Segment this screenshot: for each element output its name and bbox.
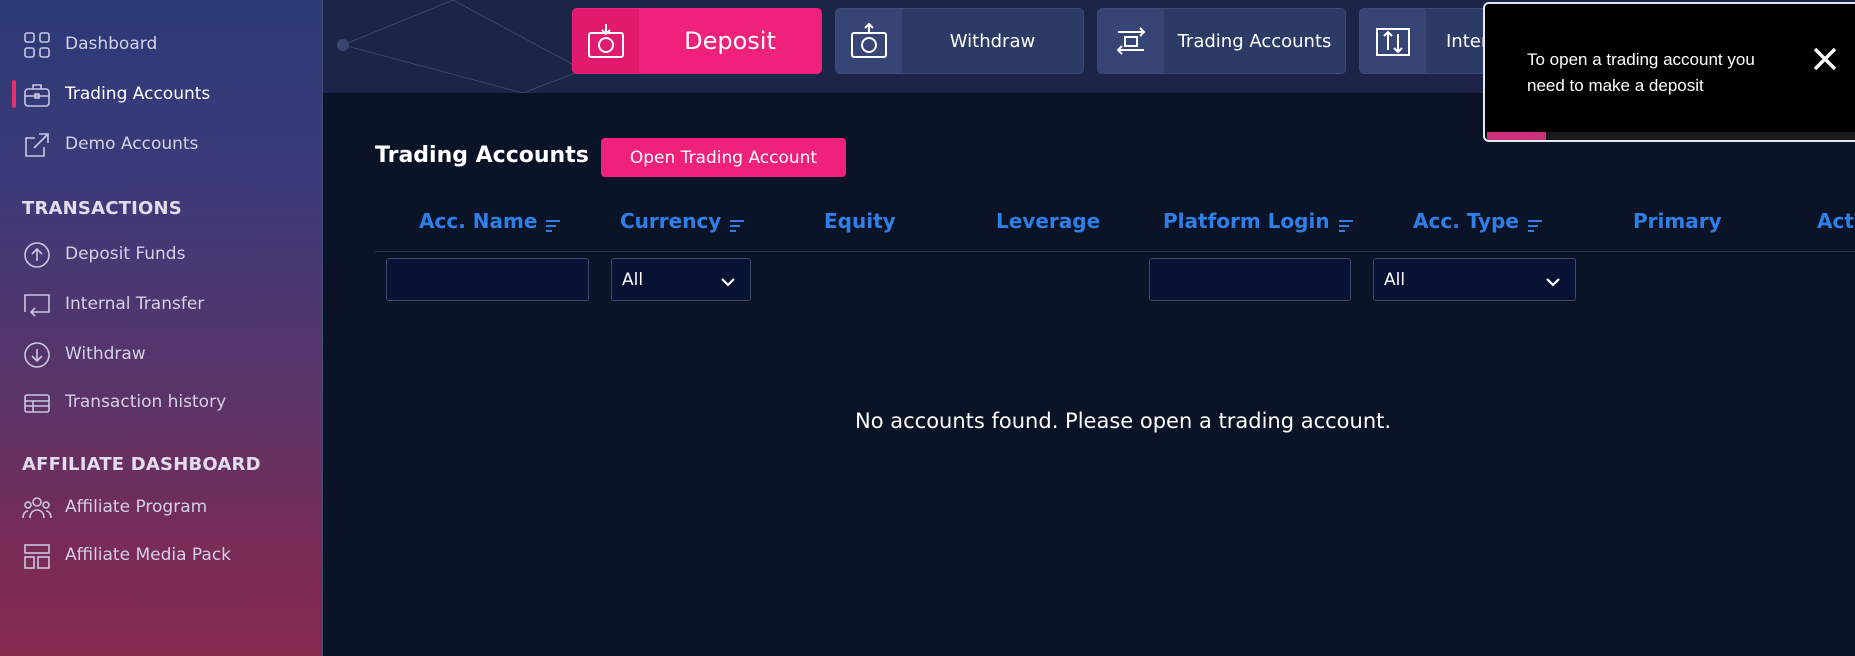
table-icon: [22, 388, 52, 418]
sidebar-item-label: Withdraw: [65, 344, 146, 364]
column-header-label: Equity: [824, 209, 896, 233]
column-header-label: Acc. Type: [1413, 209, 1519, 233]
sidebar-item-withdraw[interactable]: Withdraw: [0, 334, 323, 374]
column-header-primary[interactable]: Primary: [1633, 209, 1722, 233]
currency-filter-value: All: [622, 269, 644, 290]
sidebar-item-affiliate-program[interactable]: Affiliate Program: [0, 487, 323, 527]
column-header-leverage[interactable]: Leverage: [996, 209, 1100, 233]
arrow-down-circle-icon: [22, 340, 52, 370]
toast-notification: To open a trading account you need to ma…: [1483, 2, 1855, 142]
sidebar-item-label: Demo Accounts: [65, 134, 199, 154]
grid-icon: [22, 30, 52, 60]
deposit-button[interactable]: Deposit: [572, 8, 822, 74]
briefcase-icon: [22, 80, 52, 110]
sidebar-item-label: Trading Accounts: [65, 84, 211, 104]
main-panel: [350, 112, 1855, 656]
section-title-transactions: TRANSACTIONS: [22, 198, 182, 219]
trading-accounts-label: Trading Accounts: [1177, 30, 1332, 52]
sidebar-item-dashboard[interactable]: Dashboard: [0, 24, 323, 64]
sidebar-item-label: Affiliate Media Pack: [65, 545, 232, 565]
acc-name-filter-input[interactable]: [386, 258, 589, 301]
sidebar-item-label: Transaction history: [65, 392, 227, 412]
column-header-label: Leverage: [996, 209, 1101, 233]
withdraw-icon: [836, 9, 902, 73]
column-header-acc-type[interactable]: Acc. Type: [1413, 209, 1543, 233]
sidebar: Dashboard Trading Accounts Demo Accounts…: [0, 0, 323, 656]
toast-progress-bar: [1487, 132, 1855, 140]
sidebar-item-label: Dashboard: [65, 34, 158, 54]
trading-accounts-button[interactable]: Trading Accounts: [1097, 8, 1346, 74]
sort-lines-icon[interactable]: [729, 214, 745, 232]
column-header-label: Platform Login: [1163, 209, 1330, 233]
close-icon[interactable]: [1810, 44, 1840, 74]
platform-login-filter-input[interactable]: [1149, 258, 1351, 301]
withdraw-label: Withdraw: [949, 30, 1036, 52]
transfer-arrows-icon: [1098, 9, 1164, 73]
sidebar-item-demo-accounts[interactable]: Demo Accounts: [0, 124, 323, 164]
header-divider: [375, 251, 1855, 252]
column-header-label: Acc. Name: [419, 209, 538, 233]
open-trading-account-button[interactable]: Open Trading Account: [601, 138, 846, 177]
sort-lines-icon[interactable]: [1338, 214, 1354, 232]
acc-type-filter-value: All: [1384, 269, 1406, 290]
internal-transfer-icon: [1360, 9, 1426, 73]
sort-lines-icon[interactable]: [1527, 214, 1543, 232]
column-header-equity[interactable]: Equity: [824, 209, 896, 233]
sidebar-item-affiliate-media-pack[interactable]: Affiliate Media Pack: [0, 535, 323, 575]
sidebar-item-label: Affiliate Program: [65, 497, 208, 517]
sort-lines-icon[interactable]: [545, 214, 561, 232]
column-header-label: Primary: [1633, 209, 1722, 233]
column-header-currency[interactable]: Currency: [620, 209, 745, 233]
sidebar-item-internal-transfer[interactable]: Internal Transfer: [0, 284, 323, 324]
acc-type-filter-select[interactable]: All: [1373, 258, 1576, 301]
empty-state-message: No accounts found. Please open a trading…: [855, 409, 1392, 433]
section-title-affiliate: AFFILIATE DASHBOARD: [22, 454, 261, 475]
external-link-icon: [22, 130, 52, 160]
users-icon: [22, 493, 52, 523]
chevron-down-icon: [720, 273, 736, 287]
column-header-platform-login[interactable]: Platform Login: [1163, 209, 1354, 233]
withdraw-button[interactable]: Withdraw: [835, 8, 1084, 74]
column-header-label: Currency: [620, 209, 722, 233]
deposit-icon: [573, 9, 639, 73]
sidebar-item-transaction-history[interactable]: Transaction history: [0, 382, 323, 422]
transfer-icon: [22, 290, 52, 320]
column-header-acc-name[interactable]: Acc. Name: [419, 209, 561, 233]
layout-icon: [22, 541, 52, 571]
column-header-actions[interactable]: Act: [1817, 209, 1854, 233]
column-header-label: Act: [1817, 209, 1854, 233]
sidebar-item-trading-accounts[interactable]: Trading Accounts: [0, 74, 323, 114]
chevron-down-icon: [1545, 273, 1561, 287]
arrow-up-circle-icon: [22, 240, 52, 270]
sidebar-item-label: Internal Transfer: [65, 294, 205, 314]
sidebar-item-label: Deposit Funds: [65, 244, 186, 264]
page-title: Trading Accounts: [375, 143, 589, 168]
toast-message: To open a trading account you need to ma…: [1527, 50, 1755, 95]
deposit-label: Deposit: [684, 27, 776, 55]
toast-progress-fill: [1487, 132, 1547, 140]
currency-filter-select[interactable]: All: [611, 258, 751, 301]
sidebar-item-deposit-funds[interactable]: Deposit Funds: [0, 234, 323, 274]
